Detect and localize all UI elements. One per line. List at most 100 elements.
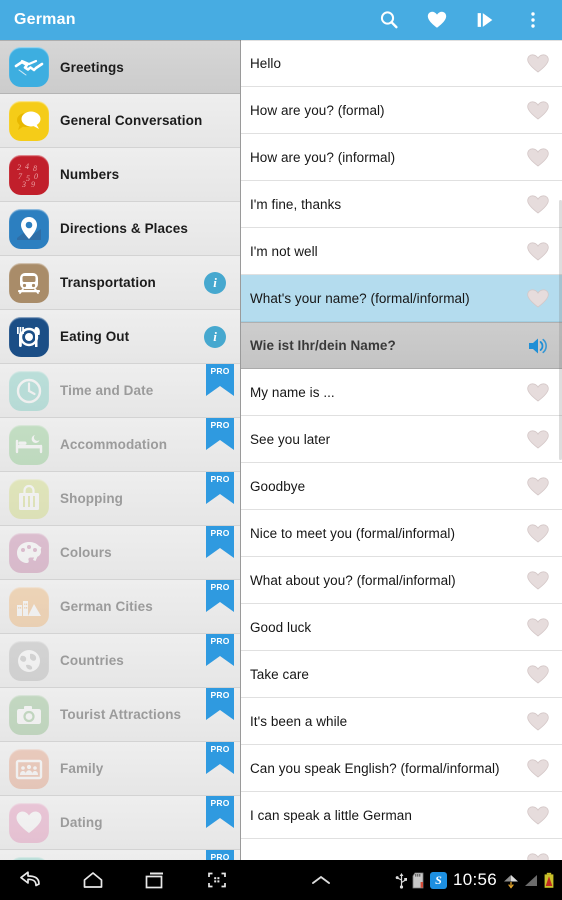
phrase-row[interactable]	[241, 839, 562, 860]
info-badge[interactable]: i	[204, 325, 226, 348]
sidebar-item-transportation[interactable]: Transportation i	[0, 256, 240, 310]
pro-badge[interactable]: PRO	[206, 526, 234, 558]
favourite-button[interactable]	[525, 285, 551, 311]
pro-badge[interactable]: PRO	[206, 796, 234, 828]
phrase-text: Good luck	[250, 619, 312, 635]
sidebar-item-german-cities[interactable]: German Cities PRO	[0, 580, 240, 634]
play-audio-button[interactable]	[525, 333, 551, 359]
favourite-button[interactable]	[525, 238, 551, 264]
phrase-row[interactable]: It's been a while	[241, 698, 562, 745]
favourite-button[interactable]	[525, 802, 551, 828]
phrase-text: How are you? (informal)	[250, 149, 396, 165]
phrase-row[interactable]: Take care	[241, 651, 562, 698]
sidebar-item-tourist-attractions[interactable]: Tourist Attractions PRO	[0, 688, 240, 742]
back-button[interactable]	[0, 860, 62, 900]
favourite-heart-icon	[527, 524, 549, 543]
favourite-button[interactable]	[525, 849, 551, 860]
sidebar-item-family[interactable]: Family PRO	[0, 742, 240, 796]
sidebar-item-time-and-date[interactable]: Time and Date PRO	[0, 364, 240, 418]
phrase-row[interactable]: I'm fine, thanks	[241, 181, 562, 228]
pro-badge[interactable]: PRO	[206, 580, 234, 612]
phrase-row[interactable]: I can speak a little German	[241, 792, 562, 839]
signal-bars-icon	[523, 872, 539, 889]
phrase-row[interactable]: Nice to meet you (formal/informal)	[241, 510, 562, 557]
pro-badge[interactable]: PRO	[206, 472, 234, 504]
pro-badge[interactable]: PRO	[206, 418, 234, 450]
phrase-row[interactable]: What about you? (formal/informal)	[241, 557, 562, 604]
favourite-button[interactable]	[525, 379, 551, 405]
favourite-button[interactable]	[525, 708, 551, 734]
phrase-row[interactable]: Good luck	[241, 604, 562, 651]
phrase-row[interactable]: Hello	[241, 40, 562, 87]
sidebar-item-numbers[interactable]: 2 4 8 7 5 0 3 9 Numbers	[0, 148, 240, 202]
favourite-button[interactable]	[525, 144, 551, 170]
favourite-button[interactable]	[525, 567, 551, 593]
phrase-list[interactable]: Hello How are you? (formal) How are you? (…	[241, 40, 562, 860]
pro-badge-label: PRO	[210, 798, 230, 808]
sidebar-item-dating[interactable]: Dating PRO	[0, 796, 240, 850]
sidebar-item-partial[interactable]: PRO	[0, 850, 240, 860]
phrase-row[interactable]: Goodbye	[241, 463, 562, 510]
favourite-heart-icon	[527, 430, 549, 449]
train-icon	[9, 262, 49, 303]
phrase-text: See you later	[250, 431, 331, 447]
sidebar-item-general-conversation[interactable]: General Conversation	[0, 94, 240, 148]
sidebar-item-colours[interactable]: Colours PRO	[0, 526, 240, 580]
handshake-icon	[9, 47, 49, 87]
app-root: German Greetings General Conversation 2 …	[0, 0, 562, 900]
action-bar: German	[0, 0, 562, 40]
info-badge[interactable]: i	[204, 271, 226, 294]
svg-text:3: 3	[21, 180, 26, 189]
phrase-row[interactable]: What's your name? (formal/informal)	[241, 275, 562, 322]
pro-badge[interactable]: PRO	[206, 634, 234, 666]
sidebar-item-greetings[interactable]: Greetings	[0, 40, 240, 94]
search-button[interactable]	[366, 0, 412, 40]
favourite-button[interactable]	[525, 520, 551, 546]
notification-expand-handle[interactable]	[248, 873, 395, 887]
favourites-button[interactable]	[414, 0, 460, 40]
favourite-heart-icon	[527, 101, 549, 120]
svg-text:4: 4	[25, 162, 29, 171]
palette-icon	[9, 532, 49, 573]
recents-button[interactable]	[124, 860, 186, 900]
phrase-row[interactable]: See you later	[241, 416, 562, 463]
slideshow-button[interactable]	[462, 0, 508, 40]
pro-badge[interactable]: PRO	[206, 364, 234, 396]
slideshow-play-icon	[477, 13, 493, 27]
home-button[interactable]	[62, 860, 124, 900]
sidebar-item-label: Accommodation	[60, 437, 168, 452]
phrase-row[interactable]: My name is ...	[241, 369, 562, 416]
pro-badge[interactable]: PRO	[206, 850, 234, 860]
favourite-button[interactable]	[525, 97, 551, 123]
favourite-button[interactable]	[525, 755, 551, 781]
phrase-row[interactable]: How are you? (formal)	[241, 87, 562, 134]
camera-icon	[9, 694, 49, 735]
favourite-button[interactable]	[525, 50, 551, 76]
favourite-button[interactable]	[525, 426, 551, 452]
back-arrow-icon	[20, 871, 40, 887]
sidebar-item-directions-places[interactable]: Directions & Places	[0, 202, 240, 256]
phrase-row[interactable]: I'm not well	[241, 228, 562, 275]
phrase-row[interactable]: Can you speak English? (formal/informal)	[241, 745, 562, 792]
sidebar-item-countries[interactable]: Countries PRO	[0, 634, 240, 688]
action-bar-actions	[366, 0, 562, 40]
phrase-text: It's been a while	[250, 713, 348, 729]
favourite-heart-icon	[527, 618, 549, 637]
phrase-translation-row[interactable]: Wie ist Ihr/dein Name?	[241, 322, 562, 369]
favourite-button[interactable]	[525, 473, 551, 499]
favourite-button[interactable]	[525, 614, 551, 640]
favourite-button[interactable]	[525, 191, 551, 217]
favourite-heart-icon	[527, 195, 549, 214]
pro-badge[interactable]: PRO	[206, 688, 234, 720]
category-sidebar[interactable]: Greetings General Conversation 2 4 8 7 5 0 3 9 Num…	[0, 40, 241, 860]
screenshot-button[interactable]	[186, 860, 248, 900]
wifi-icon	[503, 872, 519, 889]
sidebar-item-accommodation[interactable]: Accommodation PRO	[0, 418, 240, 472]
favourite-button[interactable]	[525, 661, 551, 687]
sidebar-item-shopping[interactable]: Shopping PRO	[0, 472, 240, 526]
sidebar-item-eating-out[interactable]: Eating Out i	[0, 310, 240, 364]
overflow-menu-button[interactable]	[510, 0, 556, 40]
pro-badge[interactable]: PRO	[206, 742, 234, 774]
favourite-heart-icon	[527, 148, 549, 167]
phrase-row[interactable]: How are you? (informal)	[241, 134, 562, 181]
